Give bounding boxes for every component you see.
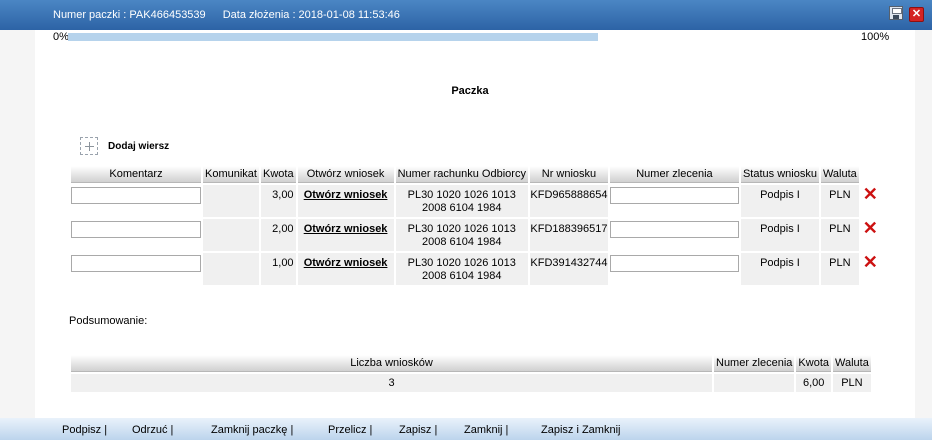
page-title: Paczka [451,85,489,97]
summary-amount: 6,00 [796,374,831,392]
progress-end-label: 100% [861,31,890,43]
header-summary-waluta: Waluta [833,355,871,372]
delete-icon[interactable]: ✕ [861,219,879,251]
header-waluta: Waluta [820,166,859,183]
add-row-label: Dodaj wiersz [108,140,170,152]
table-row: 1,00 Otwórz wniosek PL30 1020 1026 1013 2… [71,253,879,285]
order-number-input[interactable] [609,221,739,238]
account-line-1: PL30 1020 1026 1013 [407,223,516,235]
open-request-link[interactable]: Otwórz wniosek [304,223,388,235]
delete-icon[interactable]: ✕ [861,185,879,217]
table-header-row: Komentarz Komunikat Kwota Otwórz wniosek… [71,166,879,183]
header-komunikat: Komunikat [203,166,259,183]
header-summary-kwota: Kwota [796,355,831,372]
account-number-cell: PL30 1020 1026 1013 2008 6104 1984 [395,219,528,251]
summary-order-number [714,374,795,392]
request-number-cell: KFD391432744 [529,253,608,285]
right-margin [915,30,932,418]
order-number-input[interactable] [609,187,739,204]
left-margin [0,30,35,418]
header-kwota: Kwota [260,166,296,183]
comment-cell [71,219,201,251]
progress-start-label: 0% [53,31,69,43]
comment-cell [71,253,201,285]
open-request-link[interactable]: Otwórz wniosek [304,189,388,201]
order-number-input[interactable] [609,255,739,272]
status-cell: Podpis I [740,185,819,217]
close-icon[interactable]: ✕ [909,7,924,22]
save-and-close-button[interactable]: Zapisz i Zamknij [541,424,620,436]
account-line-2: 2008 6104 1984 [421,236,502,248]
close-package-button[interactable]: Zamknij paczkę | [211,424,293,436]
header-numer-rachunku: Numer rachunku Odbiorcy [395,166,528,183]
summary-header-row: Liczba wniosków Numer zlecenia Kwota Wal… [71,355,871,372]
recalculate-button[interactable]: Przelicz | [328,424,372,436]
header-delete-spacer [861,166,879,183]
currency-cell: PLN [820,219,859,251]
open-request-cell: Otwórz wniosek [297,185,394,217]
currency-cell: PLN [820,185,859,217]
progress-bar [68,33,598,41]
open-request-cell: Otwórz wniosek [297,253,394,285]
summary-currency: PLN [833,374,871,392]
header-numer-zlecenia: Numer zlecenia [609,166,739,183]
order-number-cell [609,253,739,285]
message-cell [203,253,259,285]
header-otworz-wniosek: Otwórz wniosek [297,166,394,183]
summary-count: 3 [71,374,712,392]
header-status-wniosku: Status wniosku [740,166,819,183]
open-request-link[interactable]: Otwórz wniosek [304,257,388,269]
delete-icon[interactable]: ✕ [861,253,879,285]
account-line-2: 2008 6104 1984 [421,270,502,282]
account-number-cell: PL30 1020 1026 1013 2008 6104 1984 [395,185,528,217]
comment-input[interactable] [71,187,201,204]
account-number-cell: PL30 1020 1026 1013 2008 6104 1984 [395,253,528,285]
reject-button[interactable]: Odrzuć | [132,424,173,436]
header-nr-wniosku: Nr wniosku [529,166,608,183]
account-line-2: 2008 6104 1984 [421,202,502,214]
title-bar: Numer paczki : PAK466453539 Data złożeni… [0,0,932,30]
add-row-icon [80,137,98,155]
open-request-cell: Otwórz wniosek [297,219,394,251]
comment-input[interactable] [71,221,201,238]
summary-table: Liczba wniosków Numer zlecenia Kwota Wal… [69,353,873,394]
account-line-1: PL30 1020 1026 1013 [407,189,516,201]
account-line-1: PL30 1020 1026 1013 [407,257,516,269]
header-summary-numer-zlecenia: Numer zlecenia [714,355,795,372]
header-liczba-wnioskow: Liczba wniosków [71,355,712,372]
summary-row: 3 6,00 PLN [71,374,871,392]
summary-label: Podsumowanie: [69,315,148,327]
header-komentarz: Komentarz [71,166,201,183]
save-icon[interactable] [889,6,903,20]
amount-cell: 3,00 [260,185,296,217]
amount-cell: 2,00 [260,219,296,251]
comment-input[interactable] [71,255,201,272]
request-number-cell: KFD188396517 [529,219,608,251]
order-number-cell [609,185,739,217]
progress-fill [68,33,598,41]
submission-date: Data złożenia : 2018-01-08 11:53:46 [222,9,400,21]
amount-cell: 1,00 [260,253,296,285]
sign-button[interactable]: Podpisz | [62,424,107,436]
requests-table: Komentarz Komunikat Kwota Otwórz wniosek… [69,164,881,287]
table-row: 2,00 Otwórz wniosek PL30 1020 1026 1013 2… [71,219,879,251]
comment-cell [71,185,201,217]
request-number-cell: KFD965888654 [529,185,608,217]
add-row-button[interactable]: Dodaj wiersz [80,137,169,155]
order-number-cell [609,219,739,251]
table-row: 3,00 Otwórz wniosek PL30 1020 1026 1013 2… [71,185,879,217]
save-button[interactable]: Zapisz | [399,424,437,436]
package-number: Numer paczki : PAK466453539 [53,9,206,21]
message-cell [203,185,259,217]
message-cell [203,219,259,251]
status-cell: Podpis I [740,219,819,251]
close-button[interactable]: Zamknij | [464,424,508,436]
package-info: Numer paczki : PAK466453539 Data złożeni… [53,9,400,21]
currency-cell: PLN [820,253,859,285]
action-bar: Podpisz | Odrzuć | Zamknij paczkę | Prze… [0,418,932,440]
status-cell: Podpis I [740,253,819,285]
